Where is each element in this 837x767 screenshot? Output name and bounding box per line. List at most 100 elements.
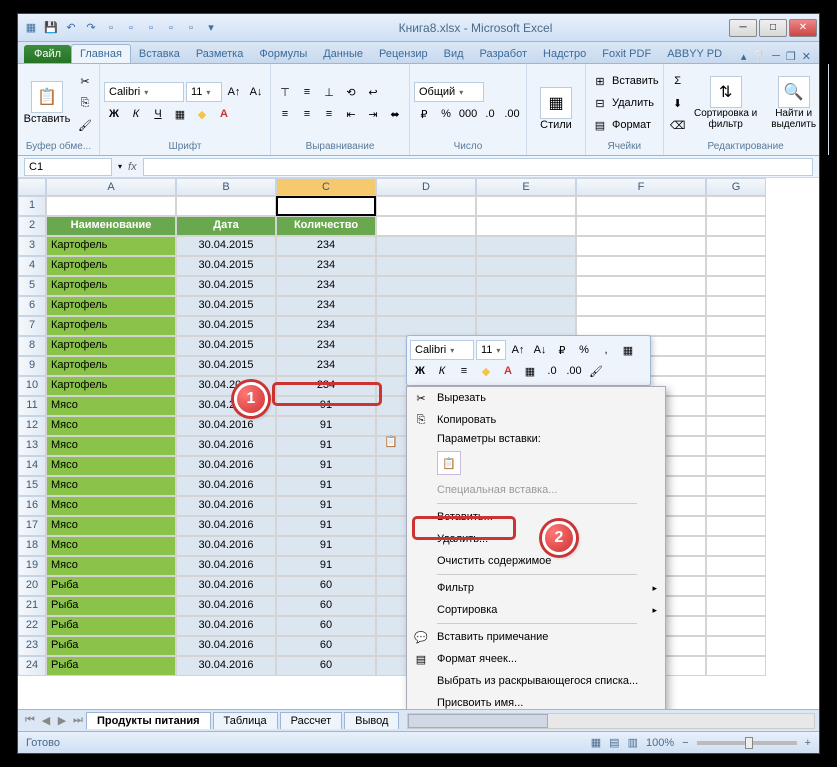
cell[interactable] [476,216,576,236]
header-cell-B[interactable]: Дата [176,216,276,236]
cell[interactable] [706,336,766,356]
mini-currency-icon[interactable]: ₽ [552,340,572,360]
tab-developer[interactable]: Разработ [472,45,535,63]
cell[interactable] [706,656,766,676]
name-box[interactable]: C1 [24,158,112,176]
fill-color-icon[interactable]: ◆ [192,104,212,124]
italic-button[interactable]: К [126,104,146,124]
cell-A14[interactable]: Мясо [46,456,176,476]
wrap-text-icon[interactable]: ↩ [363,82,383,102]
cell-B7[interactable]: 30.04.2015 [176,316,276,336]
cell-E5[interactable] [476,276,576,296]
mini-shrink-icon[interactable]: A↓ [530,340,550,360]
cell-E3[interactable] [476,236,576,256]
doc-restore-icon[interactable]: ❐ [786,50,796,63]
cell-B16[interactable]: 30.04.2016 [176,496,276,516]
indent-dec-icon[interactable]: ⇤ [341,104,361,124]
tab-view[interactable]: Вид [436,45,472,63]
cell[interactable] [706,576,766,596]
cell-A11[interactable]: Мясо [46,396,176,416]
sheet-tab-0[interactable]: Продукты питания [86,712,211,729]
mini-decinc-icon[interactable]: .0 [542,361,562,381]
cell[interactable] [706,616,766,636]
cell-A7[interactable]: Картофель [46,316,176,336]
cell-B18[interactable]: 30.04.2016 [176,536,276,556]
cell-C7[interactable]: 234 [276,316,376,336]
mini-bold-icon[interactable]: Ж [410,361,430,381]
row-header-5[interactable]: 5 [18,276,46,296]
mini-grow-icon[interactable]: A↑ [508,340,528,360]
tab-data[interactable]: Данные [315,45,371,63]
tab-home[interactable]: Главная [71,44,131,63]
qat-icon[interactable]: ▫ [122,19,140,37]
cell[interactable] [376,216,476,236]
row-header-20[interactable]: 20 [18,576,46,596]
col-header-E[interactable]: E [476,178,576,196]
cell-D3[interactable] [376,236,476,256]
row-header-23[interactable]: 23 [18,636,46,656]
fx-icon[interactable]: fx [128,161,137,173]
row-header-11[interactable]: 11 [18,396,46,416]
cell-C19[interactable]: 91 [276,556,376,576]
cell-B9[interactable]: 30.04.2015 [176,356,276,376]
tab-layout[interactable]: Разметка [188,45,252,63]
align-top-icon[interactable]: ⊤ [275,82,295,102]
cell[interactable] [706,536,766,556]
mini-percent-icon[interactable]: % [574,340,594,360]
cell-C16[interactable]: 91 [276,496,376,516]
cells-format-button[interactable]: ▤Формат [590,115,659,135]
mini-fill-icon[interactable]: ◆ [476,361,496,381]
cell-C22[interactable]: 60 [276,616,376,636]
cell[interactable] [576,316,706,336]
doc-close-icon[interactable]: ✕ [802,50,811,63]
cell-A10[interactable]: Картофель [46,376,176,396]
save-icon[interactable]: 💾 [42,19,60,37]
col-header-F[interactable]: F [576,178,706,196]
redo-icon[interactable]: ↷ [82,19,100,37]
cell-B15[interactable]: 30.04.2016 [176,476,276,496]
cell-D6[interactable] [376,296,476,316]
col-header-C[interactable]: C [276,178,376,196]
cell-B14[interactable]: 30.04.2016 [176,456,276,476]
cell-C8[interactable]: 234 [276,336,376,356]
cell-B4[interactable]: 30.04.2015 [176,256,276,276]
cell-D5[interactable] [376,276,476,296]
formula-bar[interactable] [143,158,813,176]
view-layout-icon[interactable]: ▤ [609,736,619,749]
cell[interactable] [706,556,766,576]
shrink-font-icon[interactable]: A↓ [246,82,266,102]
align-right-icon[interactable]: ≡ [319,104,339,124]
tab-insert[interactable]: Вставка [131,45,188,63]
row-header-6[interactable]: 6 [18,296,46,316]
minimize-button[interactable]: ─ [729,19,757,37]
cell[interactable] [376,196,476,216]
col-header-B[interactable]: B [176,178,276,196]
cells-delete-button[interactable]: ⊟Удалить [590,93,659,113]
row-header-18[interactable]: 18 [18,536,46,556]
cell-D4[interactable] [376,256,476,276]
cell-C4[interactable]: 234 [276,256,376,276]
sheet-nav-next-icon[interactable]: ▶ [54,714,70,727]
cell-A8[interactable]: Картофель [46,336,176,356]
mini-italic-icon[interactable]: К [432,361,452,381]
view-break-icon[interactable]: ▥ [628,736,638,749]
percent-icon[interactable]: % [436,104,456,124]
cell-C12[interactable]: 91 [276,416,376,436]
cell-C6[interactable]: 234 [276,296,376,316]
indent-inc-icon[interactable]: ⇥ [363,104,383,124]
ctx-comment[interactable]: 💬Вставить примечание [407,626,665,648]
cell-E4[interactable] [476,256,576,276]
cell-B3[interactable]: 30.04.2015 [176,236,276,256]
qat-more-icon[interactable]: ▾ [202,19,220,37]
cell-B17[interactable]: 30.04.2016 [176,516,276,536]
cell-C17[interactable]: 91 [276,516,376,536]
row-header-8[interactable]: 8 [18,336,46,356]
align-bottom-icon[interactable]: ⊥ [319,82,339,102]
mini-size-dropdown[interactable]: 11▾ [476,340,506,360]
qat-icon[interactable]: ▫ [162,19,180,37]
horizontal-scrollbar[interactable] [407,713,815,729]
cell-C14[interactable]: 91 [276,456,376,476]
header-cell-A[interactable]: Наименование [46,216,176,236]
tab-addins[interactable]: Надстро [535,45,594,63]
merge-icon[interactable]: ⬌ [385,104,405,124]
